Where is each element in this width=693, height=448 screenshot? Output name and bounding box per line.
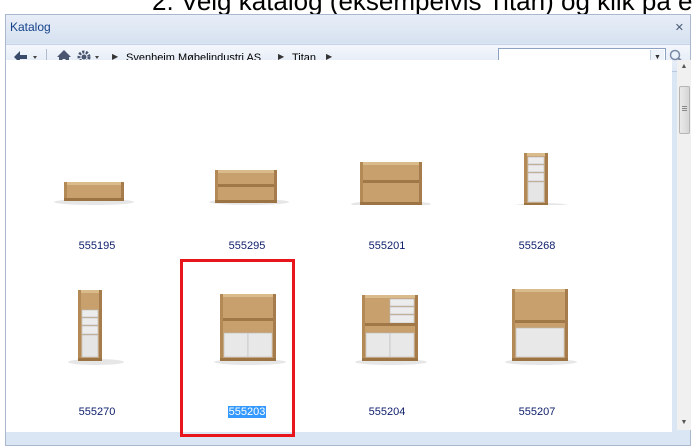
catalog-grid: 555195 555295 555201 555268 555270 55520… <box>6 60 672 432</box>
scroll-up-icon[interactable]: ▲ <box>677 60 691 74</box>
close-icon[interactable]: ✕ <box>675 21 684 34</box>
item-code: 555270 <box>78 406 116 418</box>
item-code: 555268 <box>518 240 556 252</box>
item-code: 555201 <box>368 240 406 252</box>
catalog-item[interactable]: 555204 <box>332 276 442 418</box>
title-bar: Katalog ✕ <box>6 15 690 43</box>
instruction-caption: 2. Velg katalog (eksempelvis Titan) og k… <box>0 0 693 14</box>
catalog-item[interactable]: 555207 <box>482 276 592 418</box>
instruction-text: 2. Velg katalog (eksempelvis Titan) og k… <box>152 0 693 14</box>
furniture-thumbnail <box>505 289 577 365</box>
furniture-thumbnail <box>355 295 427 365</box>
scrollbar-thumb[interactable] <box>679 86 690 134</box>
scroll-down-icon[interactable]: ▼ <box>677 416 691 430</box>
item-code: 555295 <box>228 240 266 252</box>
vertical-scrollbar[interactable]: ▲ ▼ <box>677 60 691 430</box>
item-code: 555204 <box>368 406 406 418</box>
furniture-thumbnail <box>515 153 569 205</box>
furniture-thumbnail <box>209 170 289 205</box>
furniture-thumbnail <box>68 290 124 365</box>
item-code: 555207 <box>518 406 556 418</box>
furniture-thumbnail <box>54 182 134 205</box>
furniture-thumbnail <box>351 162 431 205</box>
catalog-item[interactable]: 555270 <box>42 276 152 418</box>
item-code: 555195 <box>78 240 116 252</box>
window-title: Katalog <box>10 20 51 34</box>
catalog-item[interactable]: 555201 <box>332 110 442 252</box>
highlight-box <box>180 259 295 437</box>
catalog-item[interactable]: 555295 <box>192 110 302 252</box>
catalog-item[interactable]: 555195 <box>42 110 152 252</box>
catalog-item[interactable]: 555268 <box>482 110 592 252</box>
